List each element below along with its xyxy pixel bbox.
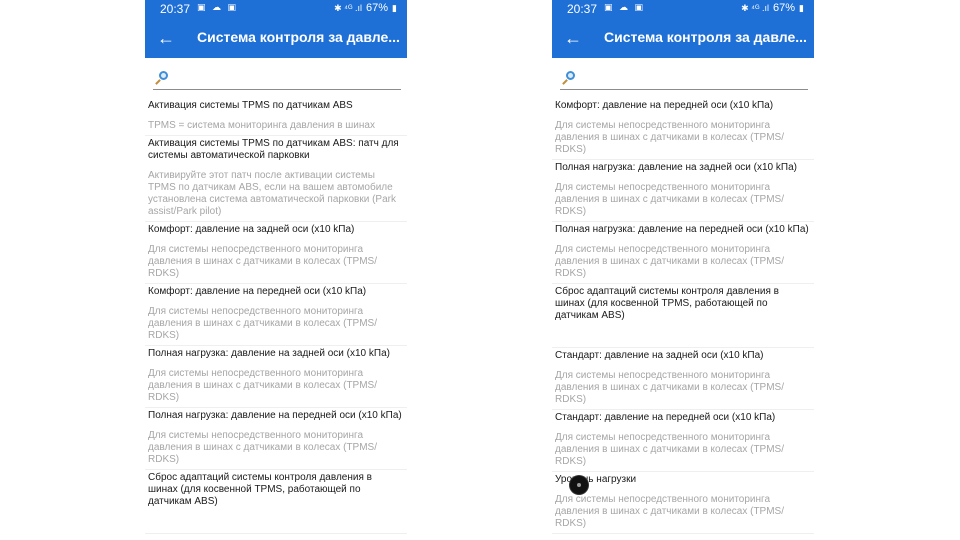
toolbar: ← Система контроля за давле... [552, 19, 814, 58]
settings-list: Комфорт: давление на передней оси (x10 k… [552, 98, 814, 534]
status-time: 20:37 [567, 2, 598, 16]
item-description: Для системы непосредственного мониторинг… [148, 306, 378, 341]
app-bar: 20:37 ▣ ☁ ▣ ✱ ⁴ᴳ .ıl 67% ▮ ← Система кон… [145, 0, 407, 58]
item-title: Сброс адаптаций системы контроля давлени… [555, 286, 779, 321]
item-title: Комфорт: давление на задней оси (x10 kПа… [148, 224, 355, 235]
system-status: ✱ ⁴ᴳ .ıl 67% ▮ [334, 2, 397, 14]
phone-screen-left: 20:37 ▣ ☁ ▣ ✱ ⁴ᴳ .ıl 67% ▮ ← Система кон… [145, 0, 407, 540]
item-description [555, 330, 811, 344]
notification-icons: ▣ ☁ ▣ [197, 2, 239, 12]
search-icon[interactable] [562, 71, 576, 85]
back-arrow-icon[interactable]: ← [155, 27, 177, 49]
page-title: Система контроля за давле... [197, 29, 400, 45]
item-description: Для системы непосредственного мониторинг… [148, 244, 378, 279]
item-description: Для системы непосредственного мониторинг… [555, 432, 785, 467]
battery-level: 67% [773, 2, 796, 14]
notification-icons: ▣ ☁ ▣ [604, 2, 646, 12]
item-title: Сброс адаптаций системы контроля давлени… [148, 472, 372, 507]
search-input[interactable] [580, 70, 805, 89]
item-description: TPMS = система мониторинга давления в ши… [148, 120, 375, 131]
settings-list: Активация системы TPMS по датчикам ABS TP… [145, 98, 407, 534]
back-arrow-icon[interactable]: ← [562, 27, 584, 49]
item-title: Полная нагрузка: давление на передней ос… [555, 224, 809, 235]
list-item[interactable]: Полная нагрузка: давление на передней ос… [145, 408, 407, 470]
status-bar: 20:37 ▣ ☁ ▣ ✱ ⁴ᴳ .ıl 67% ▮ [552, 0, 814, 19]
item-title: Стандарт: давление на передней оси (x10 … [555, 412, 776, 423]
item-title: Комфорт: давление на передней оси (x10 k… [148, 286, 367, 297]
app-bar: 20:37 ▣ ☁ ▣ ✱ ⁴ᴳ .ıl 67% ▮ ← Система кон… [552, 0, 814, 58]
page-title: Система контроля за давле... [604, 29, 807, 45]
item-title: Активация системы TPMS по датчикам ABS [148, 100, 353, 111]
item-title: Полная нагрузка: давление на передней ос… [148, 410, 402, 421]
battery-icon: ▮ [799, 2, 804, 13]
item-title: Полная нагрузка: давление на задней оси … [555, 162, 797, 173]
touch-indicator [570, 476, 588, 494]
item-title: Стандарт: давление на задней оси (x10 kП… [555, 350, 764, 361]
status-bar: 20:37 ▣ ☁ ▣ ✱ ⁴ᴳ .ıl 67% ▮ [145, 0, 407, 19]
signal-icon: ✱ ⁴ᴳ .ıl [334, 2, 363, 13]
list-item[interactable]: Активация системы TPMS по датчикам ABS: … [145, 136, 407, 222]
status-time: 20:37 [160, 2, 191, 16]
search-icon[interactable] [155, 71, 169, 85]
list-item[interactable]: Уровень нагрузки Для системы непосредстве… [552, 472, 814, 534]
item-description: Для системы непосредственного мониторинг… [555, 244, 785, 279]
item-title: Активация системы TPMS по датчикам ABS: … [148, 138, 399, 161]
list-item[interactable]: Стандарт: давление на передней оси (x10 … [552, 410, 814, 472]
item-description: Для системы непосредственного мониторинг… [555, 182, 785, 217]
phone-screen-right: 20:37 ▣ ☁ ▣ ✱ ⁴ᴳ .ıl 67% ▮ ← Система кон… [552, 0, 814, 540]
search-bar [560, 70, 808, 90]
item-description [148, 516, 404, 530]
item-description: Для системы непосредственного мониторинг… [555, 494, 785, 529]
list-item[interactable]: Полная нагрузка: давление на задней оси … [552, 160, 814, 222]
list-item[interactable]: Полная нагрузка: давление на передней ос… [552, 222, 814, 284]
list-item[interactable]: Сброс адаптаций системы контроля давлени… [145, 470, 407, 534]
battery-icon: ▮ [392, 2, 397, 13]
list-item[interactable]: Сброс адаптаций системы контроля давлени… [552, 284, 814, 348]
toolbar: ← Система контроля за давле... [145, 19, 407, 58]
item-description: Для системы непосредственного мониторинг… [555, 370, 785, 405]
item-title: Уровень нагрузки [555, 474, 637, 485]
list-item[interactable]: Комфорт: давление на задней оси (x10 kПа… [145, 222, 407, 284]
search-bar [153, 70, 401, 90]
item-description: Для системы непосредственного мониторинг… [148, 430, 378, 465]
system-status: ✱ ⁴ᴳ .ıl 67% ▮ [741, 2, 804, 14]
list-item[interactable]: Стандарт: давление на задней оси (x10 kП… [552, 348, 814, 410]
item-description: Активируйте этот патч после активации си… [148, 170, 396, 217]
list-item[interactable]: Комфорт: давление на передней оси (x10 k… [145, 284, 407, 346]
item-description: Для системы непосредственного мониторинг… [148, 368, 378, 403]
signal-icon: ✱ ⁴ᴳ .ıl [741, 2, 770, 13]
item-title: Полная нагрузка: давление на задней оси … [148, 348, 390, 359]
battery-level: 67% [366, 2, 389, 14]
item-title: Комфорт: давление на передней оси (x10 k… [555, 100, 774, 111]
search-input[interactable] [173, 70, 398, 89]
list-item[interactable]: Комфорт: давление на передней оси (x10 k… [552, 98, 814, 160]
list-item[interactable]: Активация системы TPMS по датчикам ABS TP… [145, 98, 407, 136]
item-description: Для системы непосредственного мониторинг… [555, 120, 785, 155]
list-item[interactable]: Полная нагрузка: давление на задней оси … [145, 346, 407, 408]
